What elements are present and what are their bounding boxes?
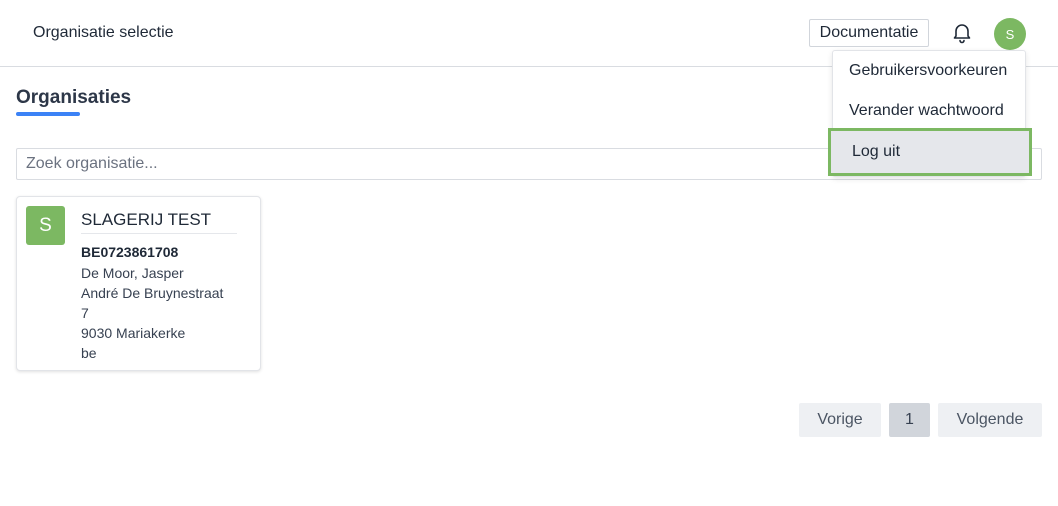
user-dropdown-menu: Gebruikersvoorkeuren Verander wachtwoord… <box>828 50 1032 177</box>
next-page-button[interactable]: Volgende <box>938 403 1042 437</box>
menu-item-logout[interactable]: Log uit <box>828 128 1032 176</box>
section-title-underline <box>16 112 80 116</box>
organisation-contact: De Moor, Jasper <box>81 265 184 281</box>
documentation-button[interactable]: Documentatie <box>809 19 929 47</box>
organisation-card[interactable]: S SLAGERIJ TEST BE0723861708 De Moor, Ja… <box>16 196 261 371</box>
organisation-city: 9030 Mariakerke <box>81 325 186 341</box>
user-avatar[interactable]: S <box>994 18 1026 50</box>
organisation-vat: BE0723861708 <box>81 244 179 260</box>
organisation-country: be <box>81 345 97 361</box>
organisation-house-number: 7 <box>81 305 89 321</box>
menu-item-user-preferences[interactable]: Gebruikersvoorkeuren <box>833 51 1027 91</box>
section-title: Organisaties <box>16 87 132 108</box>
card-divider <box>81 233 237 234</box>
previous-page-button[interactable]: Vorige <box>799 403 881 437</box>
organisation-street: André De Bruynestraat <box>81 285 224 301</box>
page-title: Organisatie selectie <box>33 24 174 41</box>
organisation-avatar: S <box>26 206 65 245</box>
organisation-name: SLAGERIJ TEST <box>81 210 212 229</box>
bell-icon[interactable] <box>950 20 974 44</box>
menu-item-change-password[interactable]: Verander wachtwoord <box>833 91 1027 131</box>
page-number-button[interactable]: 1 <box>889 403 930 437</box>
